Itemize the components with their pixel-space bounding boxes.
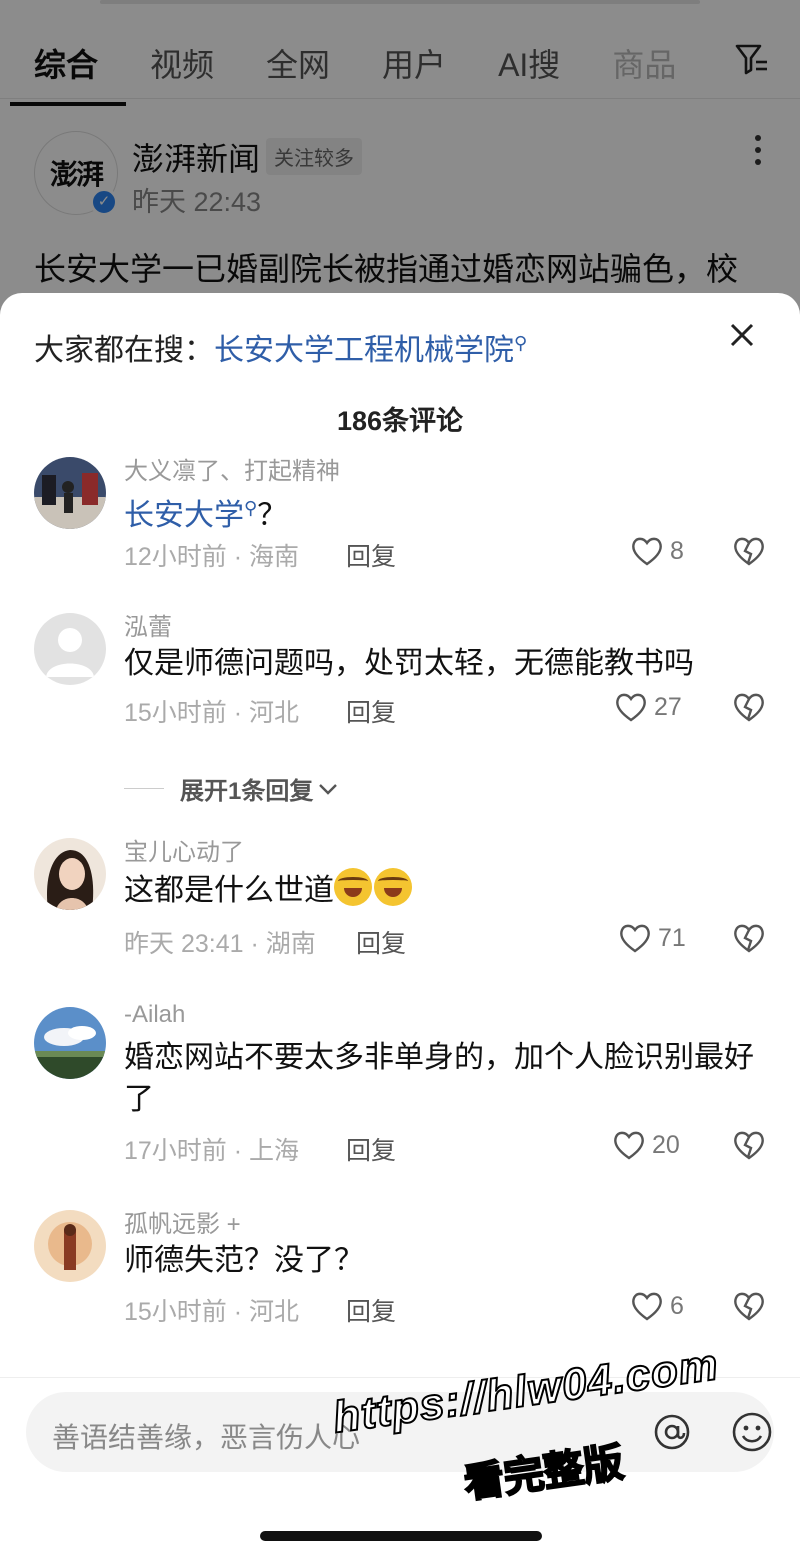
comment-text[interactable]: 师德失范？没了？: [124, 1240, 764, 1282]
comment-meta: 昨天 23:41 · 湖南: [124, 930, 316, 958]
mention-icon[interactable]: [652, 1412, 692, 1452]
like-count: 6: [670, 1291, 684, 1320]
like-count: 71: [658, 923, 686, 952]
like-button[interactable]: 27: [614, 691, 682, 723]
avatar[interactable]: [34, 838, 106, 910]
broken-heart-icon[interactable]: [732, 1290, 766, 1322]
heart-icon: [614, 1131, 644, 1160]
avatar[interactable]: [34, 457, 106, 529]
comment-meta: 17小时前 · 上海: [124, 1137, 300, 1165]
laughing-crying-emoji-icon: [334, 868, 372, 906]
emoji-icon[interactable]: [730, 1410, 774, 1454]
comment-text[interactable]: 这都是什么世道: [124, 868, 764, 912]
broken-heart-icon[interactable]: [732, 691, 766, 723]
comment-author[interactable]: 泓蕾: [124, 607, 172, 642]
avatar[interactable]: [34, 613, 106, 685]
avatar[interactable]: [34, 1007, 106, 1079]
like-count: 20: [652, 1130, 680, 1159]
comment-text-body: 这都是什么世道: [124, 874, 334, 907]
like-button[interactable]: 8: [630, 535, 684, 567]
reply-button[interactable]: 回复: [346, 1292, 396, 1328]
avatar[interactable]: [34, 1210, 106, 1282]
comment-text[interactable]: 长安大学⚲？: [124, 487, 764, 537]
trending-search-hint: 大家都在搜：长安大学工程机械学院⚲: [34, 325, 527, 369]
reply-button[interactable]: 回复: [346, 537, 396, 573]
comment-text[interactable]: 仅是师德问题吗，处罚太轻，无德能教书吗: [124, 643, 764, 685]
expand-replies-button[interactable]: 展开1条回复: [124, 771, 339, 806]
comment-author[interactable]: 宝儿心动了: [124, 832, 244, 867]
like-button[interactable]: 6: [630, 1290, 684, 1322]
heart-icon: [616, 693, 646, 722]
trending-search-link[interactable]: 长安大学工程机械学院: [214, 334, 514, 367]
like-count: 8: [670, 536, 684, 565]
comment-meta: 15小时前 · 河北: [124, 1298, 300, 1326]
reply-button[interactable]: 回复: [346, 693, 396, 729]
search-small-icon: ⚲: [514, 333, 528, 353]
comment-text-suffix: ？: [257, 499, 288, 532]
heart-icon: [620, 924, 650, 953]
home-indicator: [260, 1531, 542, 1541]
reply-button[interactable]: 回复: [356, 924, 406, 960]
search-small-icon: ⚲: [244, 498, 258, 518]
reply-button[interactable]: 回复: [346, 1131, 396, 1167]
expand-divider: [124, 788, 164, 789]
laughing-crying-emoji-icon: [374, 868, 412, 906]
comment-author[interactable]: 大义凛了、打起精神: [124, 451, 340, 486]
comment-text[interactable]: 婚恋网站不要太多非单身的，加个人脸识别最好了: [124, 1037, 764, 1121]
comment-author[interactable]: -Ailah: [124, 1001, 185, 1029]
comment-meta: 12小时前 · 海南: [124, 543, 300, 571]
comment-count: 186条评论: [336, 406, 464, 436]
chevron-down-icon: [319, 783, 338, 795]
trending-search-prefix: 大家都在搜：: [34, 334, 214, 367]
close-icon[interactable]: [722, 315, 762, 355]
comment-search-link[interactable]: 长安大学: [124, 499, 244, 532]
like-button[interactable]: 20: [612, 1129, 680, 1161]
expand-replies-label: 展开1条回复: [180, 778, 314, 805]
comment-meta: 15小时前 · 河北: [124, 699, 300, 727]
dim-overlay[interactable]: [0, 0, 800, 330]
broken-heart-icon[interactable]: [732, 922, 766, 954]
comment-input-placeholder: 善语结善缘，恶言伤人心: [52, 1422, 361, 1453]
heart-icon: [632, 537, 662, 566]
like-count: 27: [654, 692, 682, 721]
comment-author[interactable]: 孤帆远影 +: [124, 1204, 241, 1239]
broken-heart-icon[interactable]: [732, 535, 766, 567]
broken-heart-icon[interactable]: [732, 1129, 766, 1161]
heart-icon: [632, 1292, 662, 1321]
like-button[interactable]: 71: [618, 922, 686, 954]
